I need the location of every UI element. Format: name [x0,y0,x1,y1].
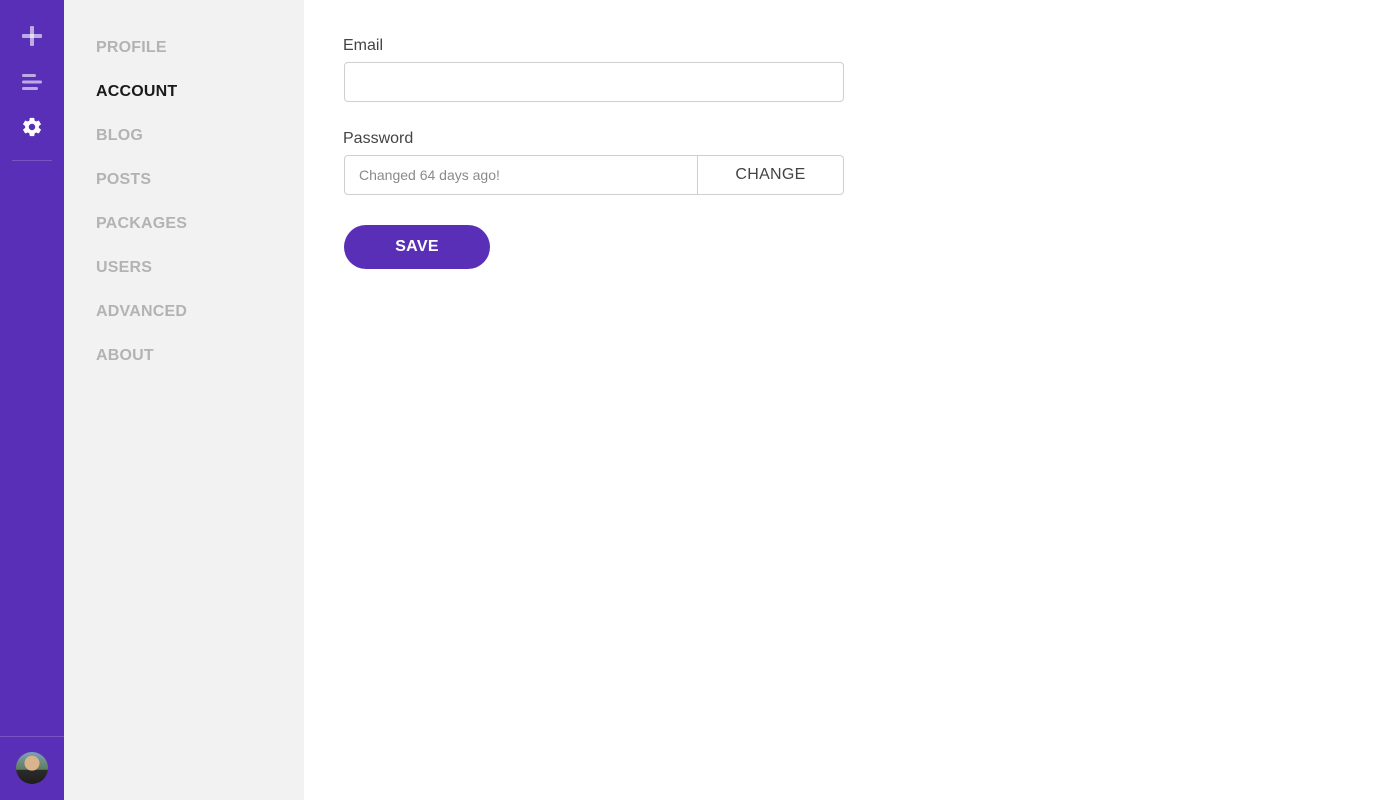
user-avatar[interactable] [16,752,48,784]
nav-item-profile[interactable]: PROFILE [96,36,167,60]
list-icon[interactable] [16,66,48,98]
email-field[interactable] [344,62,844,102]
app-window: PROFILE ACCOUNT BLOG POSTS PACKAGES USER… [0,0,1400,800]
nav-item-advanced[interactable]: ADVANCED [96,300,187,324]
password-status: Changed 64 days ago! [359,167,500,183]
rail-divider [12,160,52,161]
nav-item-users[interactable]: USERS [96,256,152,280]
nav-item-packages[interactable]: PACKAGES [96,212,187,236]
settings-nav: PROFILE ACCOUNT BLOG POSTS PACKAGES USER… [64,0,304,800]
password-label: Password [343,130,414,147]
nav-item-blog[interactable]: BLOG [96,124,143,148]
save-button[interactable]: SAVE [344,225,490,269]
account-form: Email Password Changed 64 days ago! CHAN… [304,0,1400,800]
rail-divider [0,736,64,737]
change-password-button[interactable]: CHANGE [697,156,843,194]
nav-item-posts[interactable]: POSTS [96,168,151,192]
gear-icon[interactable] [16,111,48,143]
nav-item-about[interactable]: ABOUT [96,344,154,368]
email-label: Email [343,37,384,54]
plus-icon[interactable] [16,20,48,52]
icon-rail [0,0,64,800]
password-field-group: Changed 64 days ago! CHANGE [344,155,844,195]
nav-item-account[interactable]: ACCOUNT [96,80,177,104]
